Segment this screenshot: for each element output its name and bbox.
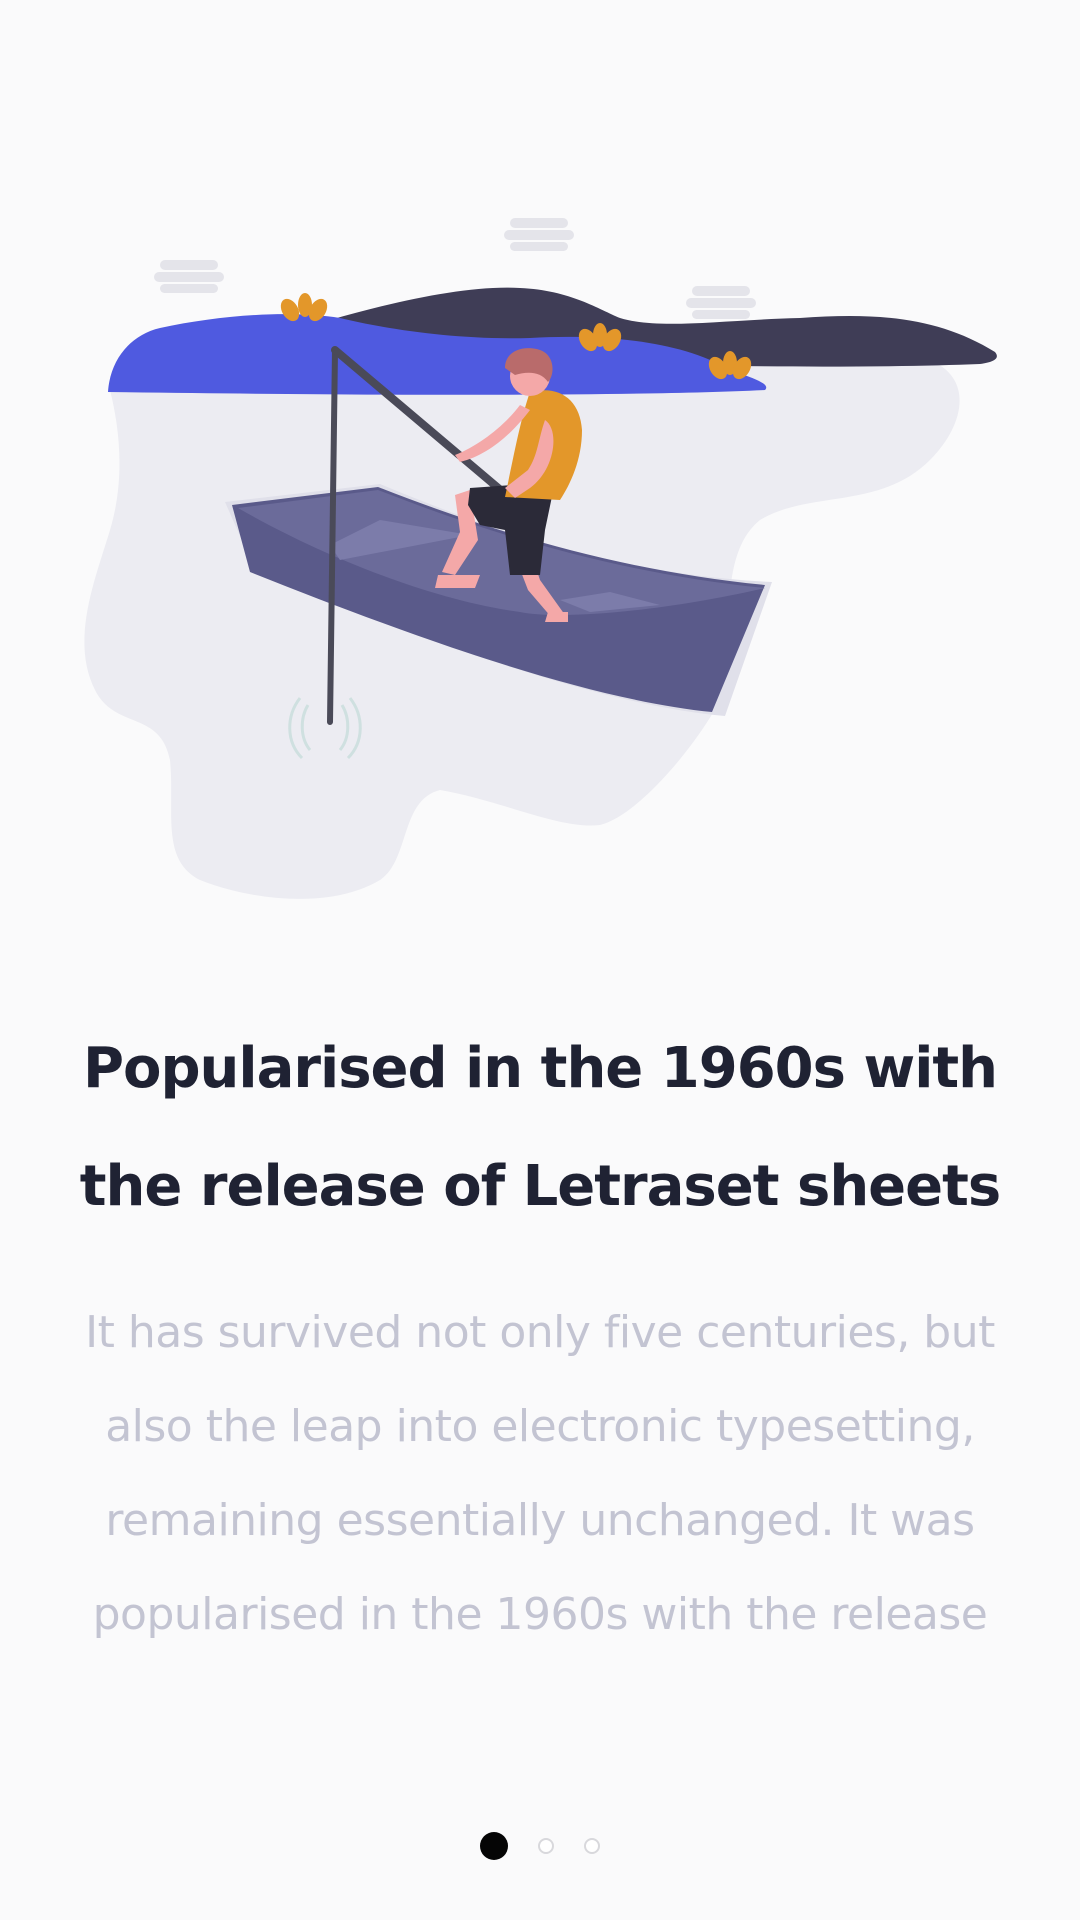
onboarding-title: Popularised in the 1960s with the releas… [79, 1036, 1002, 1219]
onboarding-description: It has survived not only five centuries,… [85, 1307, 995, 1640]
page-dot-1[interactable] [480, 1832, 508, 1860]
cloud-top [504, 218, 574, 251]
page-dot-3[interactable] [584, 1838, 600, 1854]
cloud-left [154, 260, 224, 293]
cloud-right [686, 286, 756, 319]
page-indicator [0, 1830, 1080, 1862]
page-dot-2[interactable] [538, 1838, 554, 1854]
fishing-illustration [84, 218, 997, 899]
